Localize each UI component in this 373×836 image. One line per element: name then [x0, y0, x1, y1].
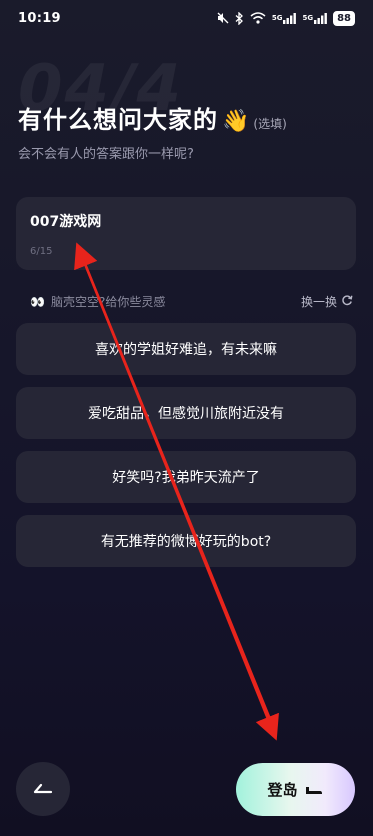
- eyes-icon: 👀: [30, 294, 45, 309]
- signal-label-2: 5G: [302, 14, 314, 22]
- suggestion-item[interactable]: 爱吃甜品，但感觉川旅附近没有: [16, 387, 356, 439]
- wifi-icon: [250, 12, 266, 24]
- 5g-signal-icon: 5G: [271, 12, 297, 24]
- login-button-label[interactable]: 登岛: [267, 779, 297, 800]
- suggestion-item[interactable]: 有无推荐的微博好玩的bot?: [16, 515, 356, 567]
- shoe-icon[interactable]: [304, 784, 324, 796]
- back-button[interactable]: [16, 762, 70, 816]
- back-arrow-icon[interactable]: [33, 780, 53, 799]
- status-bar: 10:19 5G 5G 88: [0, 0, 373, 36]
- inspiration-hint-text: 脑壳空空?给你些灵感: [50, 295, 166, 309]
- status-time: 10:19: [18, 10, 61, 26]
- battery-icon: 88: [333, 10, 355, 26]
- signal-label: 5G: [271, 14, 283, 22]
- suggestion-item[interactable]: 好笑吗?我弟昨天流产了: [16, 451, 356, 503]
- mute-icon: [217, 12, 229, 24]
- bluetooth-icon: [235, 11, 244, 25]
- refresh-icon[interactable]: [341, 294, 353, 310]
- title-row: 有什么想问大家的 👋 (选填): [18, 100, 287, 135]
- character-counter: 6/15: [30, 246, 53, 257]
- question-input[interactable]: 007游戏网 6/15: [16, 197, 356, 270]
- page-title: 有什么想问大家的: [18, 106, 218, 134]
- status-icons: 5G 5G 88: [217, 10, 355, 26]
- login-button[interactable]: 登岛: [236, 763, 355, 816]
- suggestion-item[interactable]: 喜欢的学姐好难追，有未来嘛: [16, 323, 356, 375]
- optional-label: (选填): [253, 117, 287, 131]
- inspiration-hint: 👀 脑壳空空?给你些灵感: [30, 293, 165, 310]
- 5g-signal-icon-2: 5G: [302, 12, 327, 24]
- page-subtitle: 会不会有人的答案跟你一样呢?: [18, 147, 194, 162]
- shuffle-button[interactable]: 换一换: [301, 293, 353, 310]
- inspiration-row: 👀 脑壳空空?给你些灵感 换一换: [30, 293, 353, 310]
- waving-hand-icon: 👋: [222, 109, 250, 134]
- question-input-value[interactable]: 007游戏网: [30, 211, 342, 231]
- shuffle-label[interactable]: 换一换: [301, 293, 337, 310]
